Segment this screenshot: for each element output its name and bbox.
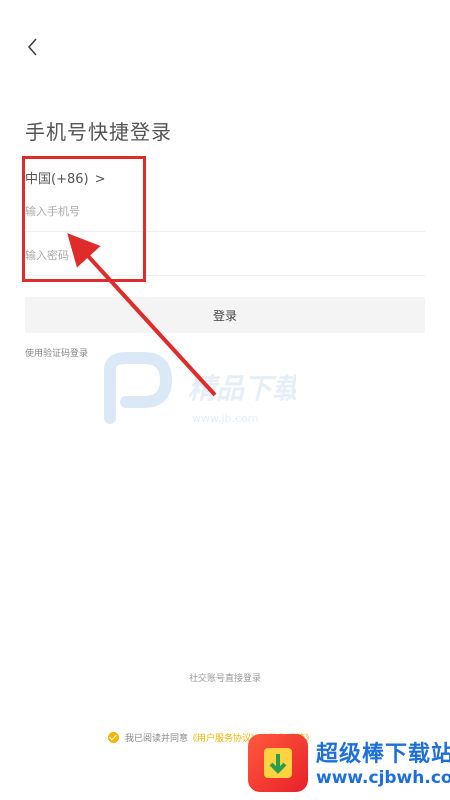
agreement-prefix: 我已阅读并同意	[125, 734, 189, 744]
badge-name: 超级棒下载站	[316, 742, 450, 767]
back-button[interactable]	[22, 34, 44, 60]
download-site-icon	[248, 734, 308, 792]
login-button[interactable]: 登录	[25, 297, 425, 333]
agreement-checkbox[interactable]	[108, 732, 119, 743]
watermark-text: 精品下载	[188, 372, 296, 405]
badge-url: www.cjbwh.com	[316, 768, 450, 788]
chevron-left-icon	[27, 38, 37, 56]
watermark-logo: 精品下载 www.jb.com	[104, 352, 296, 425]
site-badge: 超级棒下载站 www.cjbwh.com	[248, 730, 450, 796]
social-login-link[interactable]: 社交账号直接登录	[0, 671, 450, 684]
watermark-url: www.jb.com	[192, 412, 259, 425]
annotation-highlight-box	[22, 156, 146, 282]
page-title: 手机号快捷登录	[25, 120, 172, 144]
code-login-link[interactable]: 使用验证码登录	[25, 346, 88, 359]
